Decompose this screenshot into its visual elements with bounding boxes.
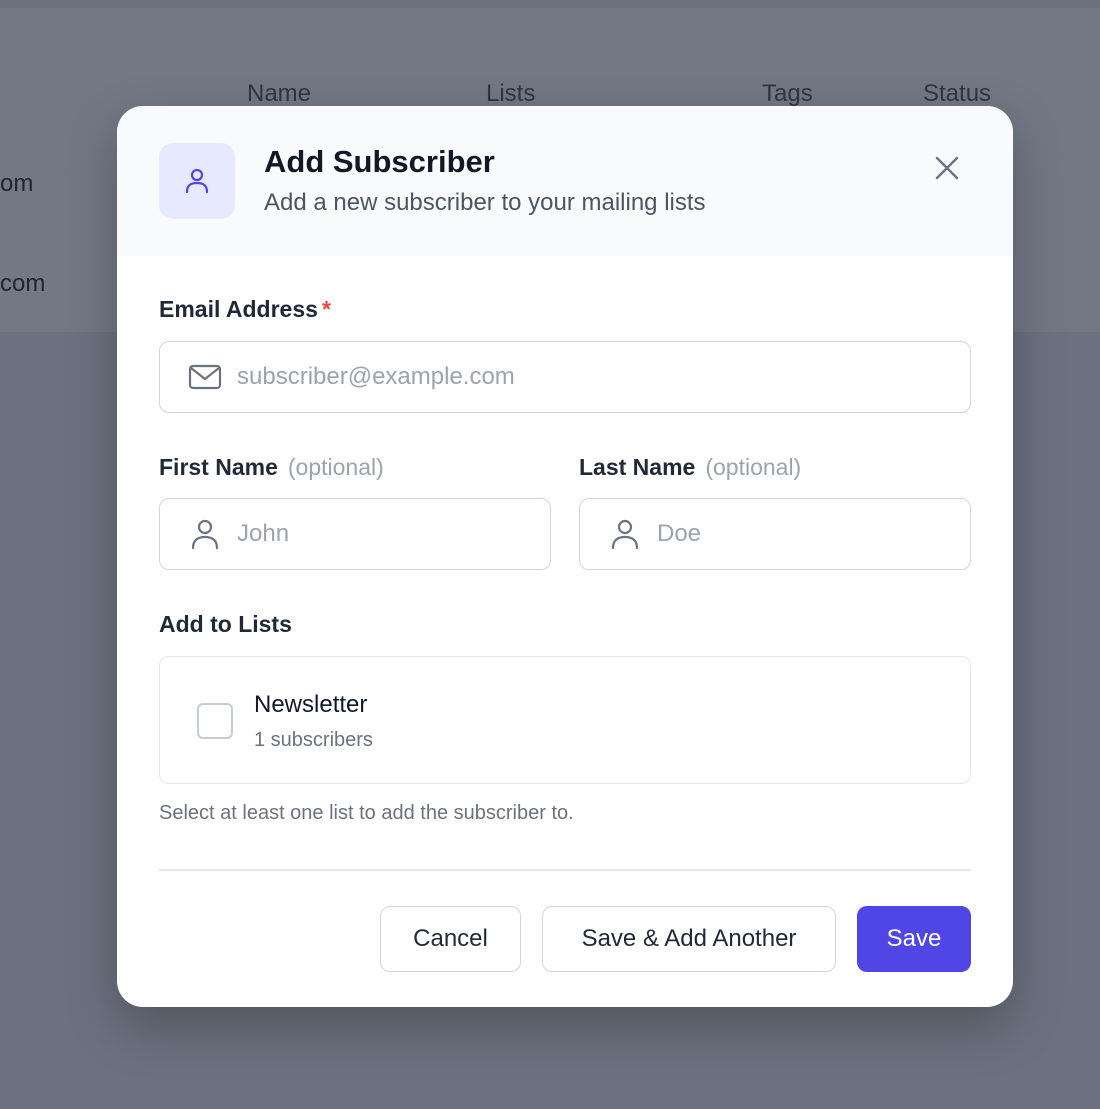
newsletter-checkbox[interactable] — [197, 703, 233, 739]
required-marker: * — [321, 296, 331, 322]
mail-icon — [187, 359, 223, 395]
dialog-subtitle: Add a new subscriber to your mailing lis… — [264, 189, 706, 216]
background-row-email: om — [0, 170, 34, 197]
first-name-placeholder: John — [237, 520, 290, 547]
column-header-name: Name — [247, 80, 312, 107]
save-and-add-another-button[interactable]: Save & Add Another — [542, 906, 836, 972]
column-header-status: Status — [923, 80, 992, 107]
last-name-field[interactable]: Doe — [579, 498, 971, 570]
last-name-label: Last Name (optional) — [579, 454, 801, 481]
close-icon — [935, 156, 959, 180]
lists-container: Newsletter 1 subscribers — [159, 656, 971, 784]
save-button[interactable]: Save — [857, 906, 971, 972]
user-icon — [187, 516, 223, 552]
list-item-count: 1 subscribers — [254, 729, 373, 751]
footer-divider — [159, 869, 971, 871]
dialog-title: Add Subscriber — [264, 144, 495, 179]
optional-hint: (optional) — [287, 454, 384, 480]
column-header-lists: Lists — [486, 80, 536, 107]
close-button[interactable] — [929, 150, 965, 186]
dialog-header: Add Subscriber Add a new subscriber to y… — [117, 106, 1013, 256]
lists-label: Add to Lists — [159, 611, 292, 637]
cancel-button[interactable]: Cancel — [380, 906, 521, 972]
lists-help-text: Select at least one list to add the subs… — [159, 802, 574, 824]
list-item-name[interactable]: Newsletter — [254, 691, 367, 719]
first-name-label-text: First Name — [159, 454, 278, 480]
user-icon — [607, 516, 643, 552]
column-header-tags: Tags — [762, 80, 813, 107]
email-label-text: Email Address — [159, 296, 318, 322]
last-name-label-text: Last Name — [579, 454, 696, 480]
email-placeholder: subscriber@example.com — [237, 363, 515, 390]
user-icon — [159, 143, 235, 219]
first-name-field[interactable]: John — [159, 498, 551, 570]
background-row-email: com — [0, 270, 46, 297]
email-label: Email Address * — [159, 296, 331, 323]
first-name-label: First Name (optional) — [159, 454, 384, 481]
last-name-placeholder: Doe — [657, 520, 702, 547]
add-subscriber-dialog: Add Subscriber Add a new subscriber to y… — [117, 106, 1013, 1007]
optional-hint: (optional) — [705, 454, 802, 480]
email-field[interactable]: subscriber@example.com — [159, 341, 971, 413]
